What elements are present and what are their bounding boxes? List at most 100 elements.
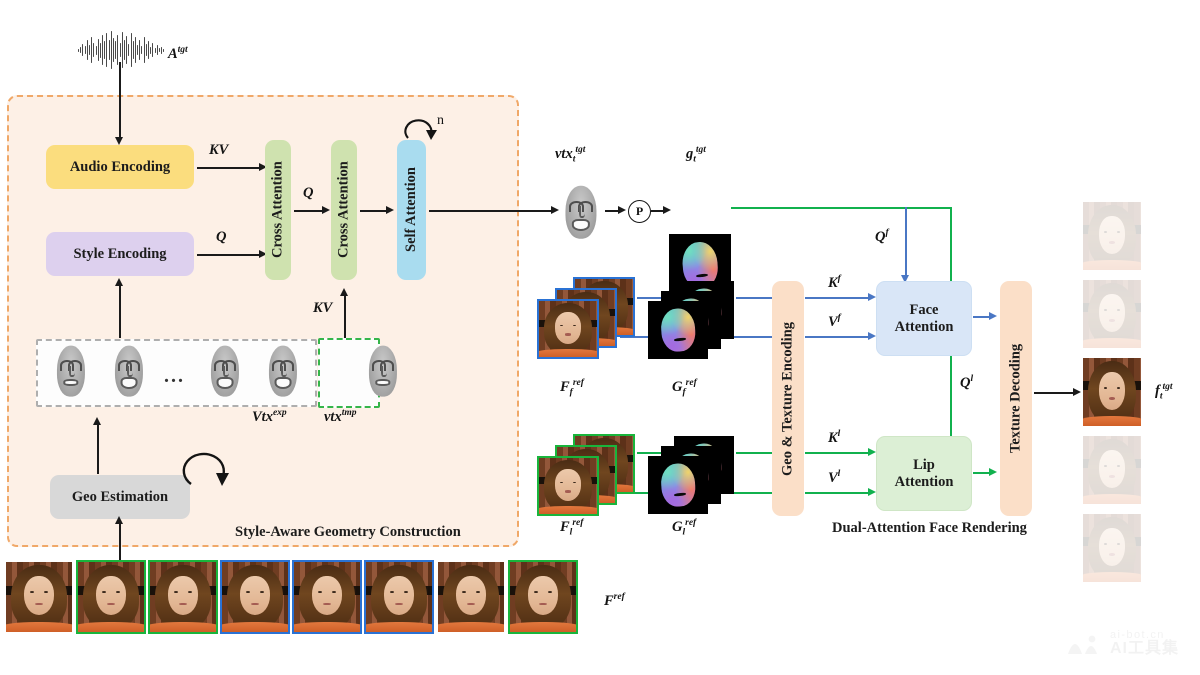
frames-to-geo-arrowhead xyxy=(115,516,123,524)
reference-frame xyxy=(292,560,362,634)
ff-to-encoder-line-top xyxy=(637,297,661,300)
lip-geometry-maps-stack xyxy=(648,436,736,514)
vl-sup: l xyxy=(837,469,841,479)
q-lip-sup: l xyxy=(970,374,974,384)
mesh-to-p-arrowhead xyxy=(618,206,626,214)
face-attention-label-line2: Attention xyxy=(894,318,954,335)
vf-symbol: V xyxy=(828,313,838,330)
vtx-target-symbol: vtx xyxy=(555,145,573,162)
style-encoding-block[interactable]: Style Encoding xyxy=(46,232,194,276)
kf-sup: f xyxy=(837,274,841,284)
q-lip-label: Ql xyxy=(960,374,973,392)
gf-symbol: G xyxy=(672,378,683,395)
audio-input-label: Atgt xyxy=(168,45,188,63)
kv-audio-label: KV xyxy=(209,142,228,159)
reference-frame xyxy=(4,560,74,634)
vtx-expression-mesh xyxy=(110,344,148,398)
gf-sup: ref xyxy=(685,378,697,388)
q-lip-symbol: Q xyxy=(960,374,971,391)
kf-symbol: K xyxy=(828,274,838,291)
vtx-exp-label: Vtxexp xyxy=(252,408,287,426)
p-to-geo-arrowhead xyxy=(663,206,671,214)
lip-geometry-map xyxy=(648,456,708,514)
face-reference-frames-label: Ffref xyxy=(560,378,584,398)
geo-target-sub: t xyxy=(693,154,696,165)
q-cross-arrowhead xyxy=(322,206,330,214)
kv-audio-text: KV xyxy=(209,142,229,158)
q-style-text: Q xyxy=(216,229,227,245)
q-style-line xyxy=(197,254,260,256)
vtx-to-style-arrowhead xyxy=(115,278,123,286)
output-target-label: fttgt xyxy=(1155,382,1173,402)
audio-to-encoder-line xyxy=(119,62,121,138)
cross-attention-2-block[interactable]: Cross Attention xyxy=(331,140,357,280)
lip-reference-frame xyxy=(537,456,599,516)
decoder-to-output-arrowhead xyxy=(1073,388,1081,396)
face-reference-frames-stack xyxy=(537,277,637,359)
reference-frame xyxy=(148,560,218,634)
vf-arrowhead xyxy=(868,332,876,340)
ff-sup: ref xyxy=(572,378,584,388)
vtx-expression-mesh xyxy=(52,344,90,398)
fl-symbol: F xyxy=(560,518,570,535)
vtx-target-mesh xyxy=(560,184,602,240)
kf-line xyxy=(805,297,870,300)
kv-template-label: KV xyxy=(313,300,332,317)
reference-frame xyxy=(364,560,434,634)
reference-frames-strip xyxy=(4,560,604,638)
style-encoding-label: Style Encoding xyxy=(73,245,167,262)
reference-frames-label: Fref xyxy=(604,592,625,610)
audio-encoding-block[interactable]: Audio Encoding xyxy=(46,145,194,189)
gf-to-encoder-line-top xyxy=(736,297,772,300)
audio-to-encoder-arrowhead xyxy=(115,137,123,145)
face-reference-frame xyxy=(537,299,599,359)
face-attention-out-arrowhead xyxy=(989,312,997,320)
face-geometry-maps-label: Gfref xyxy=(672,378,697,398)
cross-attention-2-label: Cross Attention xyxy=(335,161,352,259)
vf-sup: f xyxy=(837,313,841,323)
vtx-tmp-label: vtxtmp xyxy=(324,408,357,426)
reference-frame xyxy=(76,560,146,634)
texture-decoding-block[interactable]: Texture Decoding xyxy=(1000,281,1032,516)
audio-waveform-icon xyxy=(78,28,165,72)
projection-node-label: P xyxy=(635,204,644,218)
kv-template-text: KV xyxy=(313,300,333,316)
self-attention-block[interactable]: Self Attention xyxy=(397,140,426,280)
cross-attention-1-label: Cross Attention xyxy=(269,161,286,259)
geo-to-vtx-line xyxy=(97,424,99,474)
geo-estimation-loop-icon xyxy=(182,452,229,486)
cross2-to-self-arrowhead xyxy=(386,206,394,214)
geo-texture-encoding-block[interactable]: Geo & Texture Encoding xyxy=(772,281,804,516)
vtx-tmp-symbol: vtx xyxy=(324,408,342,425)
face-attention-block[interactable]: Face Attention xyxy=(876,281,972,356)
ff-symbol: F xyxy=(560,378,570,395)
k-face-label: Kf xyxy=(828,274,841,292)
lip-reference-frames-stack xyxy=(537,434,637,516)
vf-line xyxy=(805,336,870,339)
q-face-sup: f xyxy=(885,228,889,238)
gl-to-encoder-line-top xyxy=(736,452,772,455)
reference-frame xyxy=(220,560,290,634)
vtx-target-sup: tgt xyxy=(575,145,586,155)
lip-attention-block[interactable]: Lip Attention xyxy=(876,436,972,511)
geo-estimation-block[interactable]: Geo Estimation xyxy=(50,475,190,519)
face-attention-label-line1: Face xyxy=(909,301,939,318)
geo-green-h-line xyxy=(731,207,952,210)
vtx-target-sub: t xyxy=(572,154,576,165)
q-style-label: Q xyxy=(216,229,226,246)
cross-attention-1-block[interactable]: Cross Attention xyxy=(265,140,291,280)
projection-node[interactable]: P xyxy=(628,200,651,223)
left-panel-caption: Style-Aware Geometry Construction xyxy=(235,524,461,540)
output-frame-target xyxy=(1081,356,1143,428)
vtx-exp-symbol: Vtx xyxy=(252,408,273,425)
watermark-brand: AI工具集 xyxy=(1110,640,1180,657)
vertex-sequence-row: ... xyxy=(36,339,398,403)
cross2-to-self-line xyxy=(360,210,388,212)
vtx-expression-mesh xyxy=(264,344,302,398)
reference-frame xyxy=(508,560,578,634)
texture-decoding-label: Texture Decoding xyxy=(1007,343,1024,454)
figure-canvas: Style-Aware Geometry Construction Atgt A… xyxy=(0,0,1200,675)
fl-sup: ref xyxy=(572,518,584,528)
watermark-text: ai-bot.cn AI工具集 xyxy=(1110,630,1179,657)
self-attention-label: Self Attention xyxy=(403,167,420,253)
